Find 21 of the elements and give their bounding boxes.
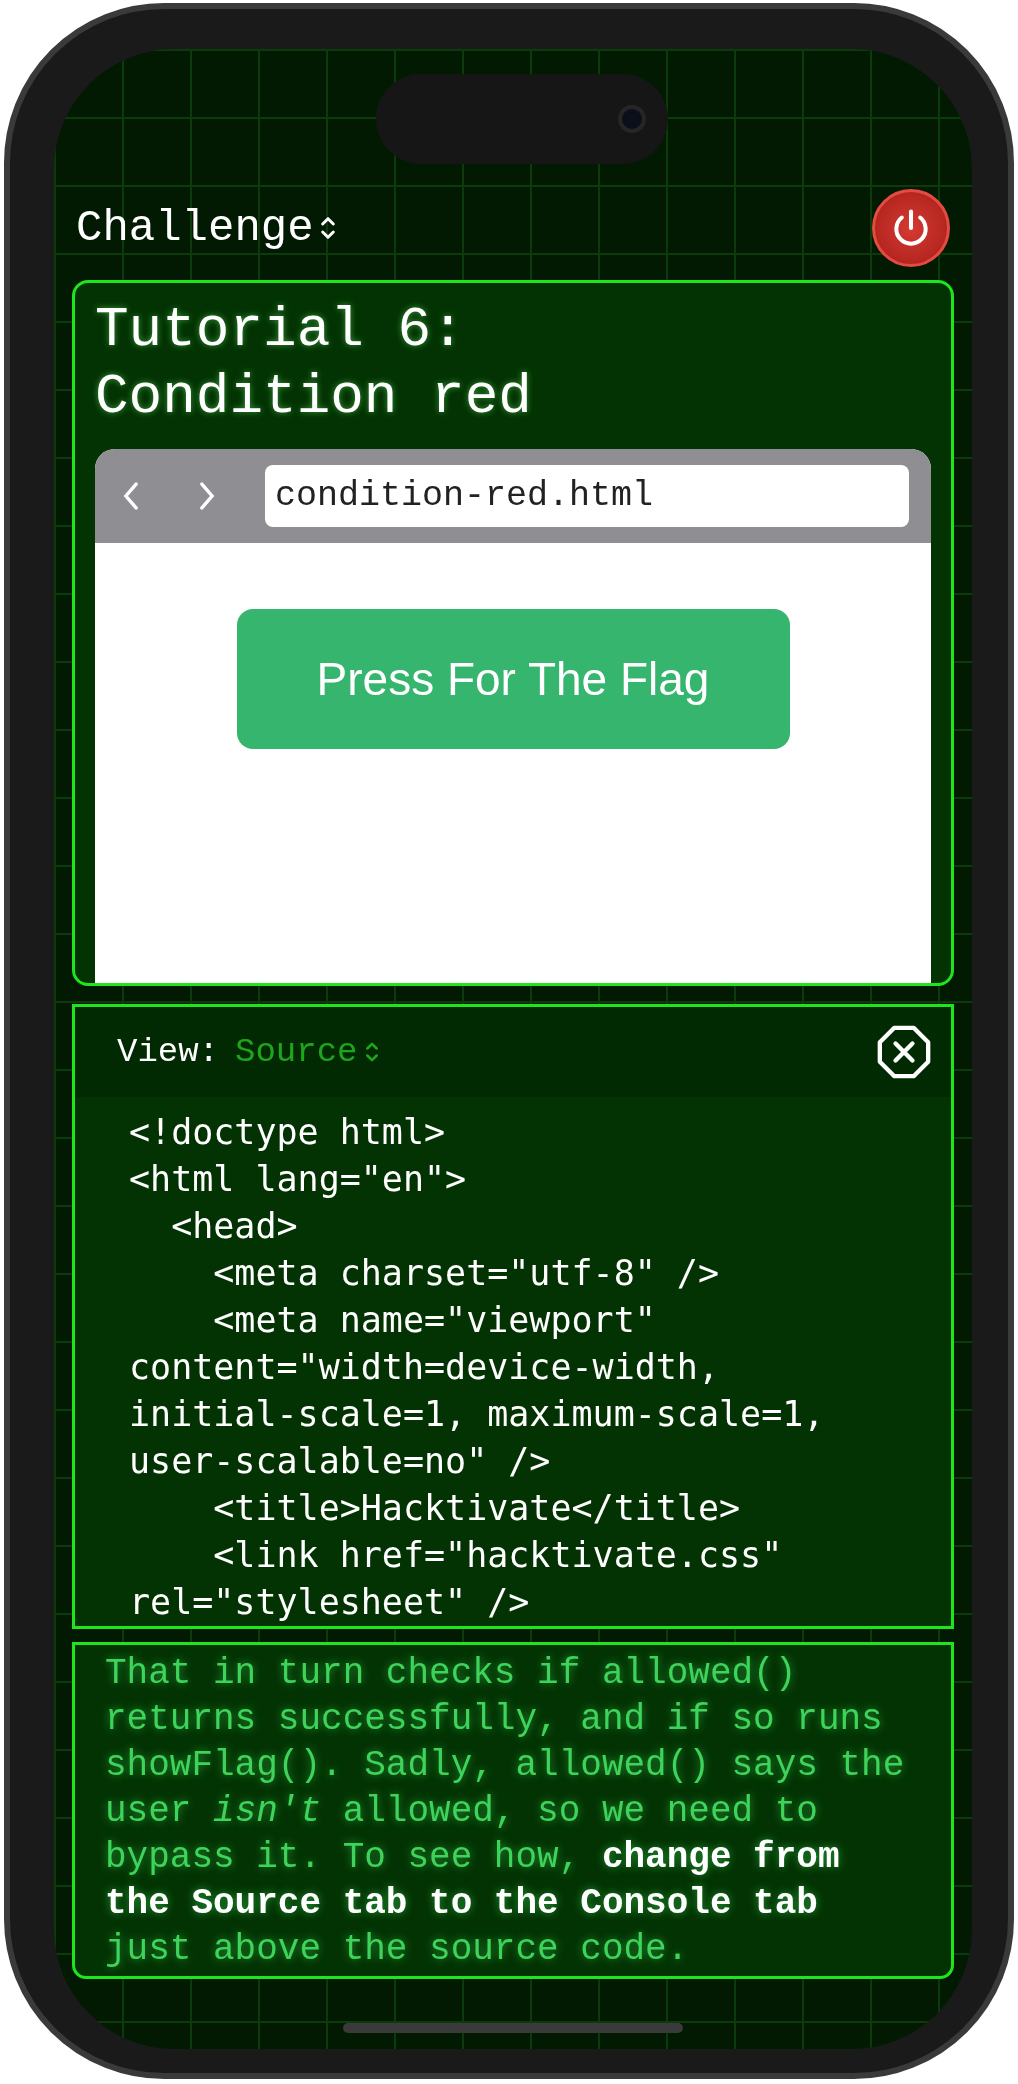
chevron-updown-icon <box>365 1040 380 1064</box>
tutorial-title: Tutorial 6: Condition red <box>95 297 533 431</box>
source-line: rel="stylesheet" /> <box>129 1581 531 1624</box>
view-selector[interactable]: Source <box>235 1026 380 1078</box>
challenge-selector[interactable]: Challenge <box>72 195 336 261</box>
camera-lens-icon <box>618 105 646 133</box>
source-line: <html lang="en"> <box>129 1158 468 1201</box>
view-label: View: <box>117 1031 220 1073</box>
chevron-updown-icon <box>319 214 336 242</box>
source-line: initial-scale=1, maximum-scale=1, <box>129 1393 826 1436</box>
source-line: <meta charset="utf-8" /> <box>212 1252 720 1295</box>
source-line: user-scalable=no" /> <box>129 1440 552 1483</box>
close-icon[interactable] <box>875 1023 933 1081</box>
source-line: <meta name="viewport" <box>212 1299 657 1342</box>
url-field[interactable]: condition-red.html <box>265 465 909 527</box>
source-line: <title>Hacktivate</title> <box>212 1487 742 1530</box>
source-line: content="width=device-width, <box>129 1346 720 1389</box>
source-line: <!doctype html> <box>129 1111 447 1154</box>
source-line: <head> <box>170 1205 299 1248</box>
hint-text: That in turn checks if allowed() returns successfully, and if so runs showFlag(). Sadly, allowed() says the user isn't allowed, so we need to bypass it. To see how, change from the Source tab to the Console tab just above the source code. <box>105 1652 906 1972</box>
source-line: <link href="hacktivate.css" <box>212 1534 784 1577</box>
